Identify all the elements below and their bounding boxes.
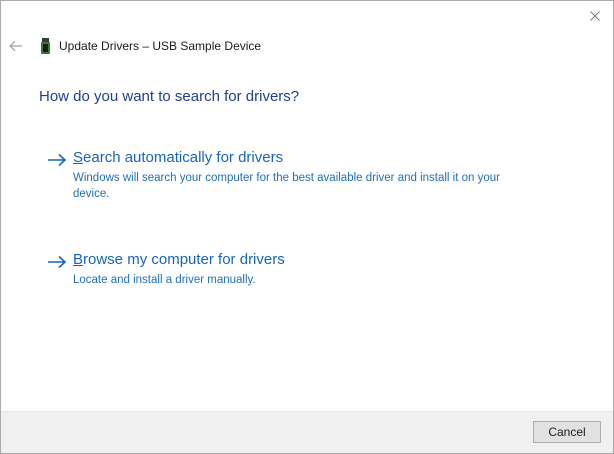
search-automatically-link[interactable]: Search automatically for drivers xyxy=(73,149,283,166)
page-heading: How do you want to search for drivers? xyxy=(39,88,300,105)
back-button[interactable] xyxy=(7,37,25,55)
update-drivers-dialog: Update Drivers – USB Sample Device How d… xyxy=(0,0,614,454)
window-title: Update Drivers – USB Sample Device xyxy=(59,39,262,53)
close-button[interactable] xyxy=(581,5,609,27)
arrow-right-icon xyxy=(48,255,67,269)
option-title-text: rowse my computer for drivers xyxy=(83,251,285,268)
arrow-right-icon xyxy=(48,153,67,167)
back-arrow-icon xyxy=(9,40,22,52)
dialog-footer: Cancel xyxy=(1,411,613,453)
accelerator-key: S xyxy=(73,149,84,166)
option-title-text: earch automatically for drivers xyxy=(83,149,284,166)
browse-computer-link[interactable]: Browse my computer for drivers xyxy=(73,251,285,268)
browse-computer-description: Locate and install a driver manually. xyxy=(73,274,256,286)
close-icon xyxy=(590,11,600,21)
accelerator-key: B xyxy=(73,251,84,268)
usb-device-icon xyxy=(41,38,50,54)
search-automatically-description: Windows will search your computer for th… xyxy=(73,172,500,200)
cancel-button[interactable]: Cancel xyxy=(533,421,601,443)
